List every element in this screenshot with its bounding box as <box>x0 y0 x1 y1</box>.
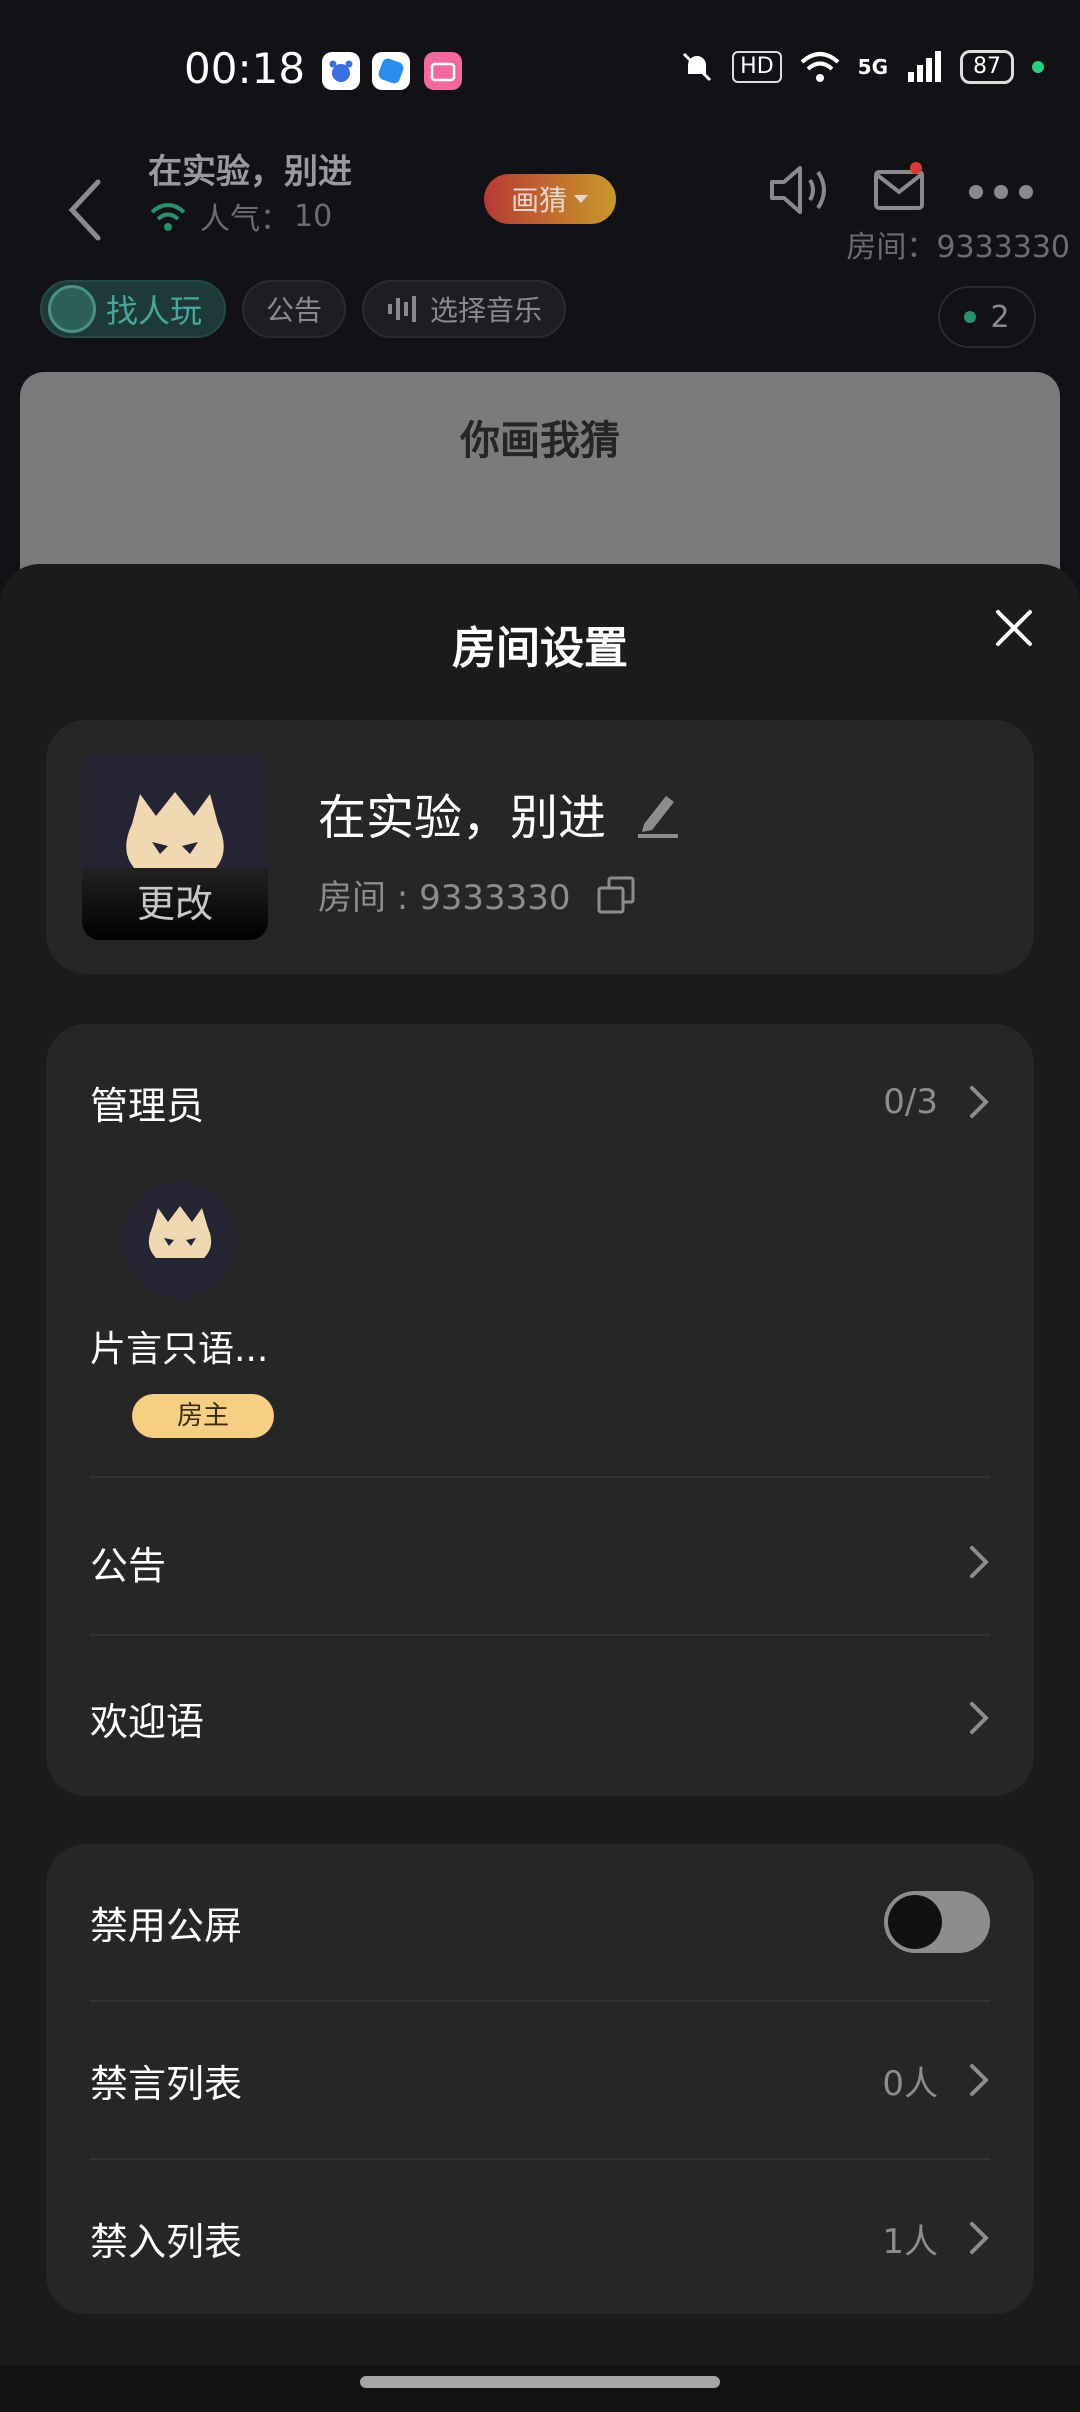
room-id-header: 房间：9333330 <box>846 222 1070 266</box>
status-time: 00:18 <box>184 44 306 93</box>
game-card: 你画我猜 <box>20 372 1060 592</box>
navigation-bar <box>0 2366 1080 2412</box>
game-title: 你画我猜 <box>460 418 620 464</box>
close-icon <box>996 610 1032 646</box>
room-menu-card: 管理员 0/3 片言只语... 房主 公告 欢迎语 <box>46 1024 1034 1796</box>
owner-avatar[interactable] <box>122 1182 238 1298</box>
battery-indicator: 87 <box>960 50 1014 84</box>
admin-row[interactable]: 管理员 0/3 <box>90 1024 990 1180</box>
notice-row[interactable]: 公告 <box>90 1484 990 1640</box>
music-chip[interactable]: 选择音乐 <box>362 280 567 338</box>
welcome-label: 欢迎语 <box>90 1699 205 1744</box>
room-code: 房间 : 9333330 <box>318 878 571 918</box>
signal-icon <box>908 51 941 82</box>
online-count-pill[interactable]: 2 <box>938 286 1036 348</box>
toggle-knob <box>888 1895 942 1949</box>
room-id-label: 房间： <box>846 230 937 265</box>
owner-name: 片言只语... <box>90 1329 269 1370</box>
sheet-title: 房间设置 <box>452 623 628 674</box>
welcome-row[interactable]: 欢迎语 <box>90 1640 990 1796</box>
ban-list-count: 1人 <box>882 2221 938 2262</box>
mail-icon <box>874 162 924 210</box>
chevron-right-icon <box>970 1702 989 1734</box>
notice-right <box>968 1544 990 1580</box>
caret-down-icon <box>574 195 588 203</box>
more-icon <box>969 185 1033 199</box>
status-bar: 00:18 HD 5G 87 <box>0 0 1080 140</box>
bilibili-icon <box>424 52 462 90</box>
notice-label: 公告 <box>90 1543 167 1588</box>
hd-badge: HD <box>732 51 782 83</box>
close-button[interactable] <box>988 602 1040 654</box>
disable-public-screen-toggle[interactable] <box>884 1891 990 1953</box>
ban-list-right: 1人 <box>882 2214 990 2263</box>
chevron-right-icon <box>970 2064 989 2096</box>
status-right-group: HD 5G 87 <box>680 50 1044 84</box>
owner-badge: 房主 <box>132 1394 274 1438</box>
room-header: 在实验，别进 人气： 10 画猜 房间：9333330 找人玩 公告 选择音乐 2 <box>0 140 1080 360</box>
ban-list-label: 禁入列表 <box>90 2219 243 2264</box>
room-popularity: 人气： 10 <box>148 194 332 238</box>
network-type: 5G <box>857 55 888 79</box>
home-indicator[interactable] <box>360 2376 720 2388</box>
copy-icon[interactable] <box>597 876 635 914</box>
divider <box>90 1634 990 1636</box>
online-count: 2 <box>990 299 1010 335</box>
back-button[interactable] <box>60 170 110 250</box>
notice-chip[interactable]: 公告 <box>242 280 347 338</box>
mute-list-row[interactable]: 禁言列表 0人 <box>90 2002 990 2158</box>
room-name-row: 在实验，别进 <box>318 778 680 848</box>
game-mode-selector[interactable]: 画猜 <box>484 174 616 224</box>
chevron-right-icon <box>970 1086 989 1118</box>
find-players-label: 找人玩 <box>106 292 203 330</box>
room-id-value: 9333330 <box>936 230 1070 265</box>
admin-label: 管理员 <box>90 1083 205 1128</box>
chevron-left-icon <box>68 179 101 241</box>
mail-button[interactable] <box>872 162 928 222</box>
disable-public-screen-label: 禁用公屏 <box>90 1903 243 1948</box>
mute-list-count: 0人 <box>882 2063 938 2104</box>
mute-bell-icon <box>683 52 712 82</box>
popularity-wifi-icon <box>150 203 186 231</box>
blue-app-icon <box>372 52 410 90</box>
popularity-label: 人气： <box>200 202 290 237</box>
divider <box>90 1476 990 1478</box>
popularity-value: 10 <box>294 198 333 234</box>
room-settings-sheet: 房间设置 更改 在实验，别进 房间 : 9333330 管理员 0/3 片言只语… <box>0 564 1080 2412</box>
chevron-right-icon <box>970 1546 989 1578</box>
room-chips: 找人玩 公告 选择音乐 <box>40 280 567 338</box>
disable-public-screen-row: 禁用公屏 <box>90 1844 990 2000</box>
moderation-card: 禁用公屏 禁言列表 0人 禁入列表 1人 <box>46 1844 1034 2314</box>
room-info-card: 更改 在实验，别进 房间 : 9333330 <box>46 720 1034 974</box>
privacy-dot <box>1032 61 1044 73</box>
game-mode-label: 画猜 <box>510 184 567 217</box>
chevron-right-icon <box>970 2222 989 2254</box>
wifi-icon <box>800 52 839 82</box>
online-dot-icon <box>964 311 977 323</box>
audio-wave-icon <box>388 296 417 322</box>
room-name: 在实验，别进 <box>318 790 607 846</box>
admin-count: 0/3 <box>883 1082 938 1122</box>
notice-chip-label: 公告 <box>266 294 323 327</box>
mute-list-label: 禁言列表 <box>90 2061 243 2106</box>
room-avatar[interactable]: 更改 <box>82 754 268 940</box>
baidu-icon <box>322 52 360 90</box>
admin-right: 0/3 <box>883 1082 990 1122</box>
edit-pencil-icon[interactable] <box>636 788 680 838</box>
room-title: 在实验，别进 <box>148 152 352 192</box>
welcome-right <box>968 1700 990 1736</box>
more-button[interactable] <box>966 182 1036 206</box>
music-chip-label: 选择音乐 <box>430 294 543 327</box>
mascot-icon <box>148 1206 212 1258</box>
avatar-change-label: 更改 <box>82 868 268 940</box>
mute-list-right: 0人 <box>882 2056 990 2105</box>
speaker-icon <box>770 166 826 214</box>
radar-icon <box>48 285 96 333</box>
find-players-chip[interactable]: 找人玩 <box>40 280 227 338</box>
ban-list-row[interactable]: 禁入列表 1人 <box>90 2160 990 2316</box>
room-code-row: 房间 : 9333330 <box>318 870 635 919</box>
speaker-button[interactable] <box>766 160 836 224</box>
